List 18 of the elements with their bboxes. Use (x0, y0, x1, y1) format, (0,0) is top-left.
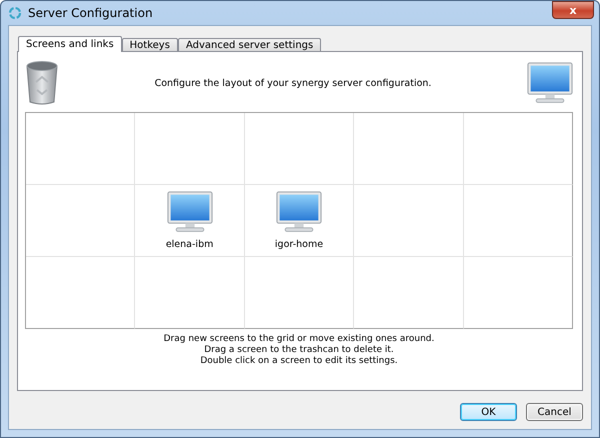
tab[interactable]: Hotkeys (122, 38, 178, 51)
ok-button[interactable]: OK (460, 403, 517, 421)
screen-label: igor-home (274, 238, 324, 250)
cancel-button[interactable]: Cancel (526, 403, 583, 421)
hint-text: Double click on a screen to edit its settings. (200, 356, 398, 367)
window-title: Server Configuration (28, 6, 153, 20)
monitor-icon (166, 191, 213, 233)
close-button[interactable]: x (552, 1, 594, 19)
monitor-icon (276, 191, 322, 233)
hint-text: Drag new screens to the grid or move existing ones around. (164, 334, 434, 345)
app-icon (8, 6, 22, 20)
instruction-text: Configure the layout of your synergy server configuration. (154, 78, 432, 88)
hint-text: Drag a screen to the trashcan to delete it. (204, 345, 394, 356)
trash-can-icon (25, 60, 59, 106)
monitor-icon (527, 62, 573, 104)
screen-label: elena-ibm (166, 238, 214, 250)
tab[interactable]: Screens and links (18, 36, 122, 52)
tab[interactable]: Advanced server settings (178, 38, 322, 51)
